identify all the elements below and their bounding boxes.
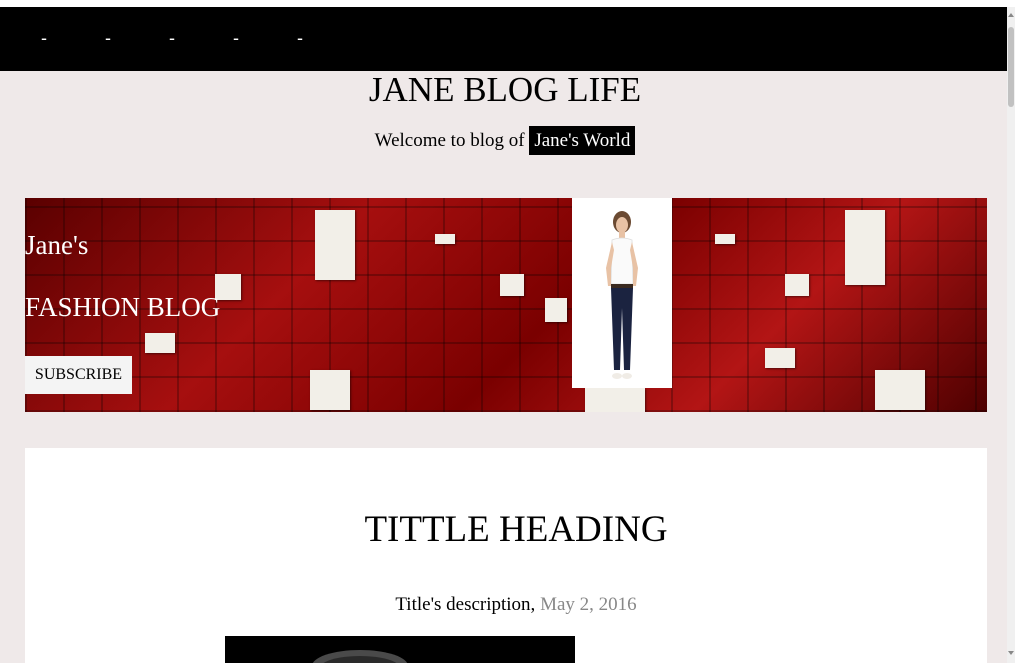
banner-cube xyxy=(435,234,455,244)
banner-cube xyxy=(310,370,350,410)
scroll-down-arrow-icon[interactable] xyxy=(1008,651,1014,655)
welcome-highlight: Jane's World xyxy=(529,126,636,155)
banner-cube xyxy=(545,298,567,322)
banner-cube xyxy=(585,388,645,412)
model-photo xyxy=(572,198,672,388)
nav-item-5[interactable]: - xyxy=(297,29,303,47)
welcome-line: Welcome to blog of Jane's World xyxy=(0,126,1010,155)
post-date: May 2, 2016 xyxy=(540,594,637,615)
banner-cube xyxy=(715,234,735,244)
subscribe-button[interactable]: SUBSCRIBE xyxy=(25,356,132,394)
nav-item-4[interactable]: - xyxy=(233,29,239,47)
post-image xyxy=(225,636,575,663)
scroll-up-arrow-icon[interactable] xyxy=(1008,13,1014,17)
nav-item-2[interactable]: - xyxy=(105,29,111,47)
window-top-edge xyxy=(0,0,1015,7)
banner-name: Jane's xyxy=(25,230,89,260)
nav-item-1[interactable]: - xyxy=(41,29,47,47)
top-navbar: - - - - - xyxy=(0,7,1007,71)
post-meta: Title's description, May 2, 2016 xyxy=(25,594,1007,616)
post-image-content-icon xyxy=(312,650,408,663)
banner-cube xyxy=(315,210,355,280)
model-figure-icon xyxy=(606,211,638,379)
post-description: Title's description, xyxy=(395,594,536,615)
post-title: TITTLE HEADING xyxy=(364,509,668,550)
post-card: TITTLE HEADING Title's description, May … xyxy=(25,448,987,663)
banner-cube xyxy=(785,274,809,296)
banner-cube xyxy=(500,274,524,296)
banner-cube xyxy=(765,348,795,368)
nav-item-3[interactable]: - xyxy=(169,29,175,47)
banner-cube xyxy=(875,370,925,410)
welcome-text: Welcome to blog of xyxy=(374,130,525,151)
site-title: JANE BLOG LIFE xyxy=(368,70,642,109)
hero-banner: Jane's FASHION BLOG SUBSCRIBE xyxy=(25,198,987,412)
banner-cube xyxy=(145,333,175,353)
banner-subtitle: FASHION BLOG xyxy=(25,292,221,322)
banner-cube xyxy=(845,210,885,285)
